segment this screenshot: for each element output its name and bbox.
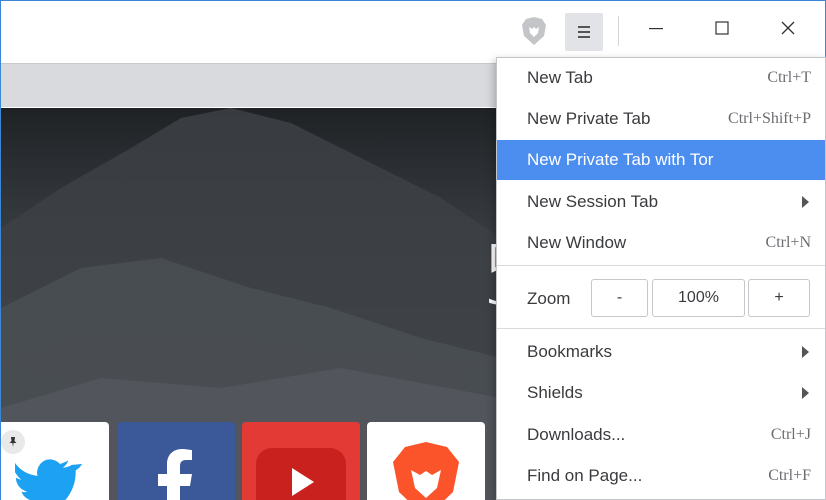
pin-button[interactable] <box>1 430 25 454</box>
submenu-arrow-icon <box>802 196 809 208</box>
menu-item-downloads[interactable]: Downloads... Ctrl+J <box>497 415 825 455</box>
top-site-tile-facebook[interactable] <box>117 422 235 500</box>
menu-divider <box>497 265 825 266</box>
menu-item-label: New Private Tab <box>527 109 651 128</box>
menu-item-new-tab[interactable]: New Tab Ctrl+T <box>497 58 825 98</box>
menu-item-label: Find on Page... <box>527 466 643 485</box>
menu-item-label: New Tab <box>527 68 593 87</box>
minimize-icon <box>649 28 663 30</box>
menu-item-shields[interactable]: Shields <box>497 373 825 413</box>
zoom-level-button[interactable]: 100% <box>652 279 745 317</box>
menu-divider <box>497 328 825 329</box>
app-menu: New Tab Ctrl+T New Private Tab Ctrl+Shif… <box>496 57 826 500</box>
menu-item-label: Bookmarks <box>527 342 613 361</box>
menu-item-label: New Session Tab <box>527 192 659 211</box>
youtube-play-icon <box>256 448 346 500</box>
menu-item-new-window[interactable]: New Window Ctrl+N <box>497 223 825 263</box>
brave-lion-icon <box>522 17 546 45</box>
zoom-in-button[interactable]: + <box>748 279 810 317</box>
hamburger-icon <box>578 26 590 38</box>
menu-item-find-on-page[interactable]: Find on Page... Ctrl+F <box>497 456 825 496</box>
zoom-label: Zoom <box>527 289 571 308</box>
brave-lion-icon <box>393 442 459 500</box>
menu-item-shortcut: Ctrl+N <box>765 234 811 251</box>
menu-item-new-private-tab-with-tor[interactable]: New Private Tab with Tor <box>497 140 825 180</box>
menu-item-label: New Window <box>527 233 627 252</box>
menu-item-shortcut: Ctrl+Shift+P <box>728 110 811 127</box>
zoom-row: Zoom - 100% + <box>497 274 825 324</box>
menu-item-shortcut: Ctrl+F <box>768 467 811 484</box>
menu-item-label: New Private Tab with Tor <box>527 150 714 169</box>
zoom-out-button[interactable]: - <box>591 279 648 317</box>
close-button[interactable] <box>758 8 818 48</box>
top-site-tile-brave[interactable] <box>367 422 485 500</box>
menu-item-new-session-tab[interactable]: New Session Tab <box>497 182 825 222</box>
submenu-arrow-icon <box>802 387 809 399</box>
maximize-icon <box>715 21 729 35</box>
menu-item-shortcut: Ctrl+J <box>770 426 811 443</box>
facebook-f-icon <box>158 449 192 500</box>
pin-icon <box>9 437 17 447</box>
menu-item-label: Downloads... <box>527 425 626 444</box>
minimize-button[interactable] <box>626 8 686 48</box>
menu-item-new-private-tab[interactable]: New Private Tab Ctrl+Shift+P <box>497 99 825 139</box>
brave-shields-button[interactable] <box>518 13 550 49</box>
maximize-button[interactable] <box>692 8 752 48</box>
app-menu-button[interactable] <box>565 13 603 51</box>
twitter-bird-icon <box>15 459 83 500</box>
submenu-arrow-icon <box>802 346 809 358</box>
close-icon <box>781 21 795 35</box>
menu-item-bookmarks[interactable]: Bookmarks <box>497 332 825 372</box>
menu-item-shortcut: Ctrl+T <box>767 69 811 86</box>
toolbar-divider <box>618 16 619 46</box>
top-site-tile-youtube[interactable] <box>242 422 360 500</box>
menu-item-label: Shields <box>527 383 583 402</box>
